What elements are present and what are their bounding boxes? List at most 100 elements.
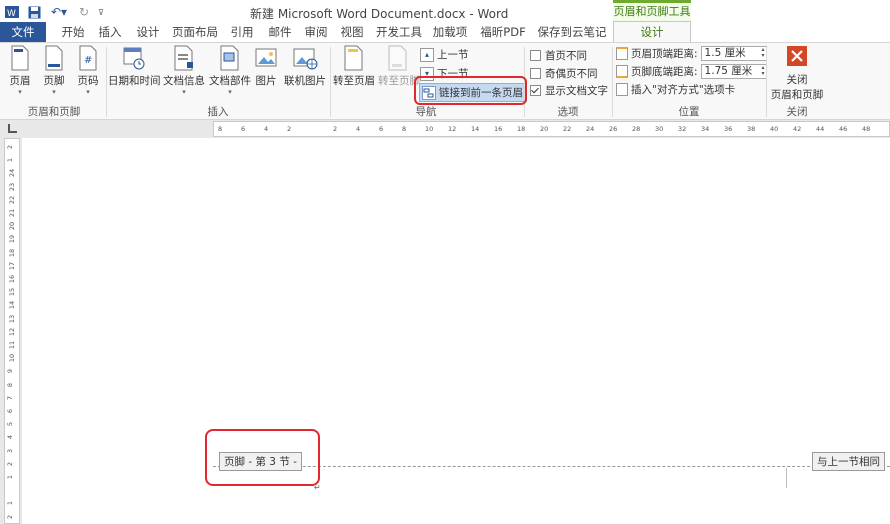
page-number-button[interactable]: # 页码 ▾ bbox=[74, 45, 102, 96]
close-header-footer-button[interactable]: 关闭 页眉和页脚 bbox=[768, 45, 826, 102]
ruler-tick-label: 9 bbox=[6, 369, 15, 374]
tab-header-footer-design[interactable]: 设计 bbox=[613, 21, 691, 43]
date-time-button[interactable]: 日期和时间 bbox=[108, 45, 161, 88]
ruler-tick-label: 12 bbox=[8, 327, 17, 336]
footer-icon bbox=[45, 45, 63, 71]
footer-button[interactable]: 页脚 ▾ bbox=[40, 45, 68, 96]
footer-right-margin-marker bbox=[786, 468, 787, 488]
ruler-tick-label: 2 bbox=[333, 125, 338, 133]
document-title: 新建 Microsoft Word Document.docx - Word bbox=[250, 7, 509, 21]
page-number-icon: # bbox=[79, 45, 97, 71]
ruler-tick-label: 20 bbox=[540, 125, 549, 133]
tab-home[interactable]: 开始 bbox=[54, 22, 92, 42]
show-document-text-checkbox[interactable]: 显示文档文字 bbox=[530, 83, 608, 98]
footer-distance-spinner[interactable]: 1.75 厘米 ▴ ▾ bbox=[700, 64, 767, 79]
ruler-tick-label: 12 bbox=[448, 125, 457, 133]
ruler-tick-label: 10 bbox=[425, 125, 434, 133]
ruler-tick-label: 44 bbox=[816, 125, 825, 133]
ruler-tick-label: 11 bbox=[8, 340, 17, 350]
tab-page-layout[interactable]: 页面布局 bbox=[168, 22, 222, 42]
ruler-tick-label: 24 bbox=[8, 169, 17, 178]
header-distance-spinner[interactable]: 1.5 厘米 ▴ ▾ bbox=[700, 46, 767, 61]
ruler-tick-label: 6 bbox=[241, 125, 246, 133]
checkbox-checked[interactable] bbox=[530, 85, 541, 96]
tab-selector[interactable] bbox=[0, 120, 22, 138]
header-button[interactable]: 页眉 ▾ bbox=[6, 45, 34, 96]
online-picture-icon bbox=[293, 48, 318, 70]
ruler-tick-label: 14 bbox=[471, 125, 480, 133]
different-odd-even-checkbox[interactable]: 奇偶页不同 bbox=[530, 66, 598, 81]
tab-references[interactable]: 引用 bbox=[224, 22, 260, 42]
ruler-tick-label: 20 bbox=[8, 222, 17, 231]
tab-review[interactable]: 审阅 bbox=[298, 22, 334, 42]
tab-mailings[interactable]: 邮件 bbox=[262, 22, 298, 42]
vertical-ruler[interactable]: 2 1 24 23 22 21 20 19 18 17 16 15 14 13 12 11 10 9 8 7 6 5 4 3 2… bbox=[4, 138, 20, 524]
tab-insert[interactable]: 插入 bbox=[92, 22, 128, 42]
header-position-icon bbox=[616, 47, 628, 60]
online-pictures-button[interactable]: 联机图片 bbox=[282, 45, 328, 88]
ruler-tick-label: 2 bbox=[6, 461, 15, 466]
group-label-options: 选项 bbox=[557, 106, 579, 118]
redo-icon[interactable]: ↻ bbox=[76, 4, 92, 20]
ruler-tick-label: 10 bbox=[8, 354, 17, 363]
tab-developer[interactable]: 开发工具 bbox=[372, 22, 426, 42]
document-info-button[interactable]: 文档信息 ▾ bbox=[162, 45, 206, 96]
ruler-tick-label: 30 bbox=[655, 125, 664, 133]
ruler-tick-label: 46 bbox=[839, 125, 848, 133]
ruler-tick-label: 16 bbox=[8, 274, 17, 284]
save-icon[interactable] bbox=[26, 4, 42, 20]
footer-position-icon bbox=[616, 65, 628, 78]
go-to-header-button[interactable]: 转至页眉 bbox=[332, 45, 376, 88]
ruler-tick-label: 15 bbox=[8, 288, 17, 297]
tab-view[interactable]: 视图 bbox=[334, 22, 370, 42]
ruler-tick-label: 40 bbox=[770, 125, 779, 133]
alignment-tab-icon bbox=[616, 83, 628, 96]
checkbox[interactable] bbox=[530, 68, 541, 79]
ruler-tick-label: 38 bbox=[747, 125, 756, 133]
previous-section-icon: ▴ bbox=[420, 47, 434, 62]
ruler-tick-label: 34 bbox=[701, 125, 710, 133]
ruler-tick-label: 18 bbox=[517, 125, 526, 133]
ruler-tick-label: 6 bbox=[379, 125, 384, 133]
different-first-page-checkbox[interactable]: 首页不同 bbox=[530, 48, 587, 63]
ruler-tick-label: 1 bbox=[6, 501, 15, 506]
ruler-tick-label: 7 bbox=[6, 395, 15, 400]
ruler-tick-label: 17 bbox=[8, 261, 17, 270]
ruler-tick-label: 24 bbox=[586, 125, 595, 133]
ruler-tick-label: 4 bbox=[6, 435, 15, 440]
ruler-tick-label: 21 bbox=[8, 208, 17, 218]
ruler-tick-label: 8 bbox=[6, 382, 15, 387]
previous-section-button[interactable]: ▴ 上一节 bbox=[420, 47, 469, 62]
ruler-tick-label: 32 bbox=[678, 125, 687, 133]
tab-design[interactable]: 设计 bbox=[130, 22, 166, 42]
ruler-tick-label: 48 bbox=[862, 125, 871, 133]
ruler-tick-label: 26 bbox=[609, 125, 618, 133]
insert-alignment-tab-button[interactable]: 插入"对齐方式"选项卡 bbox=[616, 82, 735, 97]
tab-foxit-pdf[interactable]: 福昕PDF bbox=[476, 22, 530, 42]
undo-icon[interactable]: ↶▾ bbox=[48, 4, 70, 20]
quick-parts-button[interactable]: 文档部件 ▾ bbox=[208, 45, 252, 96]
ruler-tick-label: 8 bbox=[218, 125, 223, 133]
same-as-previous-tag: 与上一节相同 bbox=[812, 452, 885, 471]
customize-qat-icon[interactable]: ⊽ bbox=[96, 4, 106, 20]
group-label-insert: 插入 bbox=[207, 106, 229, 118]
tab-save-to-cloud-note[interactable]: 保存到云笔记 bbox=[534, 22, 610, 42]
ruler-tick-label: 8 bbox=[402, 125, 407, 133]
tab-file[interactable]: 文件 bbox=[0, 22, 46, 42]
header-icon bbox=[11, 45, 29, 71]
horizontal-ruler[interactable]: 8 6 4 2 2 4 6 8 10 12 14 16 18 20 22 24 26 28 30 32 34 36 38 40… bbox=[213, 121, 890, 137]
go-to-footer-button[interactable]: 转至页脚 bbox=[378, 45, 420, 88]
ruler-tick-label: 42 bbox=[793, 125, 802, 133]
ruler-tick-label: 1 bbox=[6, 474, 15, 480]
header-from-top-row: 页眉顶端距离: 1.5 厘米 ▴ ▾ bbox=[616, 46, 767, 61]
svg-text:W: W bbox=[7, 9, 16, 19]
ruler-tick-label: 4 bbox=[356, 125, 361, 133]
ruler-tick-label: 6 bbox=[6, 408, 15, 414]
picture-icon bbox=[255, 48, 277, 67]
pictures-button[interactable]: 图片 bbox=[252, 45, 280, 88]
group-separator bbox=[106, 47, 107, 117]
go-to-header-icon bbox=[344, 45, 363, 71]
tab-addins[interactable]: 加载项 bbox=[428, 22, 472, 42]
checkbox[interactable] bbox=[530, 50, 541, 61]
left-page-margin bbox=[22, 138, 214, 524]
